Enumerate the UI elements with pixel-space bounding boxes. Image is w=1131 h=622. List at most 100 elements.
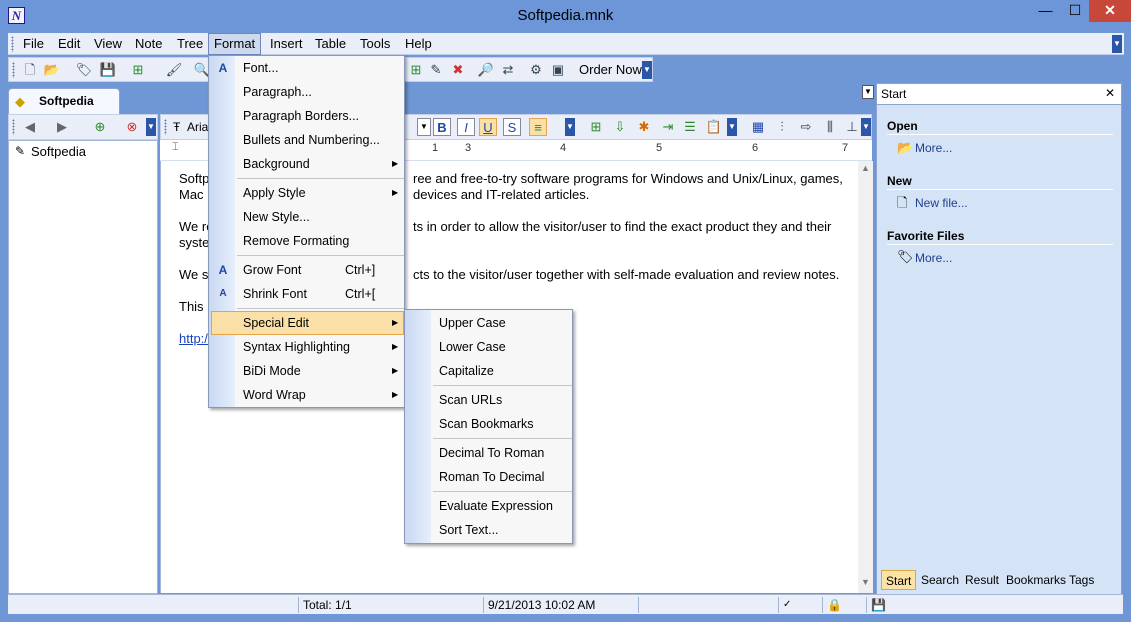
menu-item-bidi-mode[interactable]: BiDi Mode: [243, 359, 301, 383]
menu-tools[interactable]: Tools: [355, 33, 395, 55]
align-left-icon[interactable]: ≡: [529, 118, 547, 136]
tab-result[interactable]: Result: [961, 570, 1003, 590]
close-panel-icon[interactable]: ✕: [1105, 86, 1115, 100]
tab-search[interactable]: Search: [917, 570, 963, 590]
menu-note[interactable]: Note: [130, 33, 167, 55]
bullets-icon[interactable]: ⊞: [587, 118, 605, 136]
menu-item-evaluate-expression[interactable]: Evaluate Expression: [439, 494, 553, 518]
open-more-link[interactable]: More...: [915, 141, 952, 155]
toolbar-grip[interactable]: [12, 62, 15, 78]
table-icon[interactable]: ▦: [749, 118, 767, 136]
menu-item-scan-bookmarks[interactable]: Scan Bookmarks: [439, 412, 533, 436]
font-size-dropdown-icon[interactable]: ▼: [417, 118, 431, 136]
forward-icon[interactable]: ▶: [53, 118, 71, 136]
zoom-icon[interactable]: 🔎: [477, 61, 495, 79]
scroll-up-icon[interactable]: ▲: [861, 163, 870, 173]
new-file-link[interactable]: New file...: [915, 196, 968, 210]
highlight-icon[interactable]: ✱: [635, 118, 653, 136]
tree-node-softpedia[interactable]: Softpedia: [31, 144, 86, 159]
add-node-icon[interactable]: ⊕: [91, 118, 109, 136]
delete-node-icon[interactable]: ⊗: [123, 118, 141, 136]
window-icon[interactable]: ▣: [549, 61, 567, 79]
table-split-icon[interactable]: ⫶: [773, 118, 791, 136]
menu-item-paragraph-borders[interactable]: Paragraph Borders...: [243, 104, 359, 128]
menu-item-paragraph[interactable]: Paragraph...: [243, 80, 312, 104]
menu-item-special-edit[interactable]: Special Edit: [243, 311, 309, 335]
replace-icon[interactable]: ⇄: [499, 61, 517, 79]
menu-item-lower-case[interactable]: Lower Case: [439, 335, 506, 359]
tab-list-icon[interactable]: ▼: [862, 85, 874, 99]
edit-note-icon[interactable]: ✎: [427, 61, 445, 79]
menu-item-remove-formating[interactable]: Remove Formating: [243, 229, 349, 253]
menu-item-grow-font[interactable]: Grow Font: [243, 258, 301, 282]
menu-item-syntax-highlighting[interactable]: Syntax Highlighting: [243, 335, 350, 359]
menu-item-upper-case[interactable]: Upper Case: [439, 311, 506, 335]
close-button[interactable]: ✕: [1089, 0, 1131, 22]
table-toolbar-options-icon[interactable]: ▼: [861, 118, 871, 136]
menu-file[interactable]: File: [18, 33, 49, 55]
bold-icon[interactable]: B: [433, 118, 451, 136]
scroll-down-icon[interactable]: ▼: [861, 577, 870, 587]
menu-item-background[interactable]: Background: [243, 152, 310, 176]
menu-help[interactable]: Help: [400, 33, 437, 55]
menu-view[interactable]: View: [89, 33, 127, 55]
delete-note-icon[interactable]: ✖: [449, 61, 467, 79]
menu-item-sort-text[interactable]: Sort Text...: [439, 518, 499, 542]
underline-icon[interactable]: U: [479, 118, 497, 136]
tag-icon[interactable]: 🏷: [75, 61, 93, 79]
editor-scrollbar[interactable]: ▲ ▼: [858, 161, 873, 593]
menubar-options-icon[interactable]: ▼: [1112, 35, 1122, 53]
list-icon[interactable]: ☰: [681, 118, 699, 136]
new-file-icon[interactable]: 🗋: [21, 61, 39, 79]
favorites-more-link[interactable]: More...: [915, 251, 952, 265]
spellcheck-icon[interactable]: ✓: [778, 597, 822, 613]
menu-edit[interactable]: Edit: [53, 33, 85, 55]
menu-format[interactable]: Format: [208, 33, 262, 55]
save-icon[interactable]: 💾: [99, 61, 117, 79]
indent-marker-icon[interactable]: ⌶: [172, 141, 179, 154]
lock-icon[interactable]: 🔒: [822, 597, 866, 613]
para-toolbar-options-icon[interactable]: ▼: [727, 118, 737, 136]
options-icon[interactable]: ⚙: [527, 61, 545, 79]
editor-link[interactable]: http:/: [179, 331, 208, 346]
menu-item-new-style[interactable]: New Style...: [243, 205, 310, 229]
menu-item-decimal-to-roman[interactable]: Decimal To Roman: [439, 441, 544, 465]
italic-icon[interactable]: I: [457, 118, 475, 136]
menu-item-bullets-numbering[interactable]: Bullets and Numbering...: [243, 128, 380, 152]
tab-tags[interactable]: Tags: [1065, 570, 1098, 590]
tab-bookmarks[interactable]: Bookmarks: [1002, 570, 1070, 590]
menu-insert[interactable]: Insert: [265, 33, 308, 55]
menu-item-roman-to-decimal[interactable]: Roman To Decimal: [439, 465, 544, 489]
menu-item-font[interactable]: Font...: [243, 56, 278, 80]
order-now-button[interactable]: Order Now!: [575, 60, 649, 80]
menubar-grip[interactable]: [11, 36, 14, 52]
toolbar-options-icon[interactable]: ▼: [642, 61, 652, 79]
menu-item-shrink-font[interactable]: Shrink Font: [243, 282, 307, 306]
numbering-icon[interactable]: ⇩: [611, 118, 629, 136]
minimize-button[interactable]: —: [1030, 0, 1061, 22]
tree-toolbar-options-icon[interactable]: ▼: [146, 118, 156, 136]
menu-table[interactable]: Table: [310, 33, 351, 55]
editor-toolbar-grip[interactable]: [164, 119, 167, 135]
add-note-icon[interactable]: ⊞: [129, 61, 147, 79]
tab-softpedia[interactable]: ◆ Softpedia: [8, 88, 120, 114]
table-cols-icon[interactable]: ⫼: [821, 118, 839, 136]
open-folder-icon[interactable]: 📂: [43, 61, 61, 79]
menu-item-capitalize[interactable]: Capitalize: [439, 359, 494, 383]
indent-icon[interactable]: ⇥: [659, 118, 677, 136]
clipboard-icon[interactable]: 📋: [705, 118, 723, 136]
menu-item-word-wrap[interactable]: Word Wrap: [243, 383, 306, 407]
table-insert-icon[interactable]: ⇨: [797, 118, 815, 136]
brush-icon[interactable]: 🖌: [165, 61, 183, 79]
menu-item-apply-style[interactable]: Apply Style: [243, 181, 306, 205]
tree-toolbar-grip[interactable]: [12, 119, 15, 135]
back-icon[interactable]: ◀: [21, 118, 39, 136]
tab-start[interactable]: Start: [881, 570, 917, 590]
insert-icon[interactable]: ⊞: [407, 61, 425, 79]
menu-tree[interactable]: Tree: [172, 33, 208, 55]
maximize-button[interactable]: ☐: [1061, 0, 1089, 22]
table-rows-icon[interactable]: ⊥: [843, 118, 861, 136]
strikeout-icon[interactable]: S: [503, 118, 521, 136]
font-name-value[interactable]: Aria: [187, 120, 208, 134]
menu-item-scan-urls[interactable]: Scan URLs: [439, 388, 502, 412]
